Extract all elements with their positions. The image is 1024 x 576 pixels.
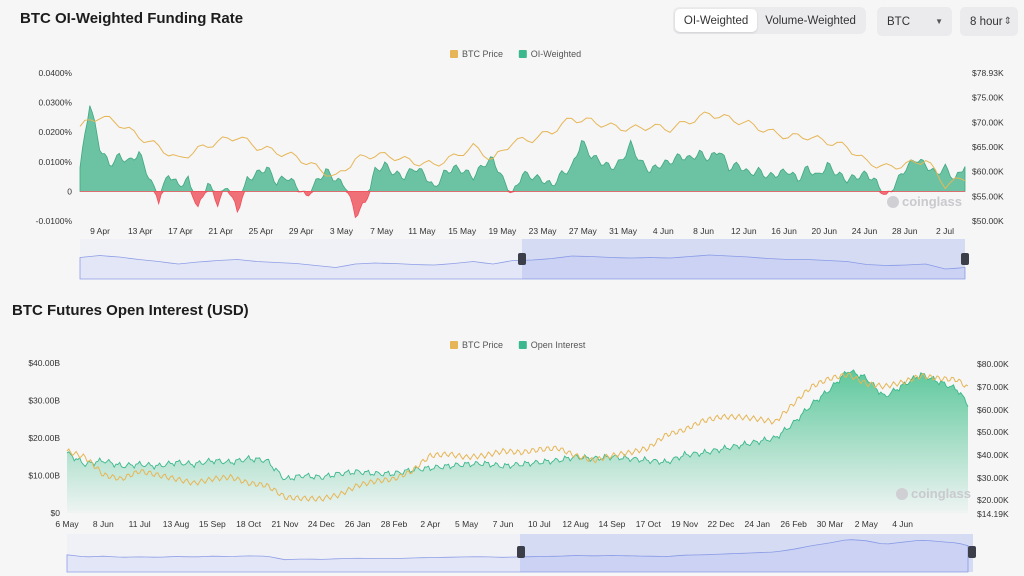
y-right-tick-label: $80.00K <box>977 359 1009 369</box>
y-right-tick-label: $70.00K <box>977 382 1009 392</box>
y-left-tick-label: $30.00B <box>28 396 60 406</box>
y-left-tick-label: $10.00B <box>28 471 60 481</box>
x-tick-label: 30 Mar <box>817 519 844 529</box>
y-right-tick-label: $40.00K <box>977 450 1009 460</box>
x-tick-label: 2 Apr <box>420 519 440 529</box>
legend-label: BTC Price <box>462 340 503 350</box>
x-tick-label: 2 May <box>855 519 879 529</box>
x-tick-label: 7 Jun <box>493 519 514 529</box>
navigator-right-handle <box>968 546 976 558</box>
x-tick-label: 4 Jun <box>892 519 913 529</box>
x-tick-label: 24 Dec <box>308 519 336 529</box>
x-tick-label: 12 Aug <box>562 519 589 529</box>
legend-swatch-green <box>518 341 527 349</box>
x-tick-label: 15 Sep <box>199 519 226 529</box>
y-right-tick-label: $50.00K <box>977 427 1009 437</box>
open-interest-chart: BTC Price Open Interest $40.00B $30.00B $20.… <box>28 340 1009 573</box>
x-tick-label: 11 Jul <box>129 519 151 529</box>
y-right-tick-label: $30.00K <box>977 473 1009 483</box>
x-tick-label: 8 Jun <box>93 519 114 529</box>
x-tick-label: 5 May <box>455 519 479 529</box>
page-root: BTC OI-Weighted Funding Rate OI-Weighted… <box>0 0 1024 576</box>
y-left-tick-label: $20.00B <box>28 433 60 443</box>
x-tick-label: 18 Oct <box>236 519 262 529</box>
watermark: coinglass <box>911 486 971 501</box>
y-right-tick-label: $20.00K <box>977 495 1009 505</box>
navigator-left-handle <box>517 546 525 558</box>
y-right-tick-label: $60.00K <box>977 405 1009 415</box>
x-tick-label: 26 Feb <box>780 519 807 529</box>
x-tick-label: 26 Jan <box>345 519 371 529</box>
x-tick-label: 28 Feb <box>381 519 408 529</box>
x-tick-label: 17 Oct <box>636 519 662 529</box>
x-tick-label: 6 May <box>55 519 79 529</box>
x-tick-label: 13 Aug <box>163 519 190 529</box>
open-interest-area <box>67 369 968 513</box>
y-right-tick-label: $14.19K <box>977 509 1009 519</box>
x-tick-label: 10 Jul <box>528 519 551 529</box>
coinglass-logo-icon <box>896 488 908 500</box>
y-left-tick-label: $40.00B <box>28 358 60 368</box>
x-tick-label: 14 Sep <box>598 519 625 529</box>
y-left-tick-label: $0 <box>51 508 61 518</box>
x-tick-label: 19 Nov <box>671 519 699 529</box>
x-tick-label: 24 Jan <box>745 519 771 529</box>
x-tick-label: 21 Nov <box>272 519 300 529</box>
navigator-selection <box>520 534 973 572</box>
x-tick-label: 22 Dec <box>707 519 735 529</box>
legend-swatch-price <box>450 341 458 349</box>
legend-label: Open Interest <box>531 340 586 350</box>
